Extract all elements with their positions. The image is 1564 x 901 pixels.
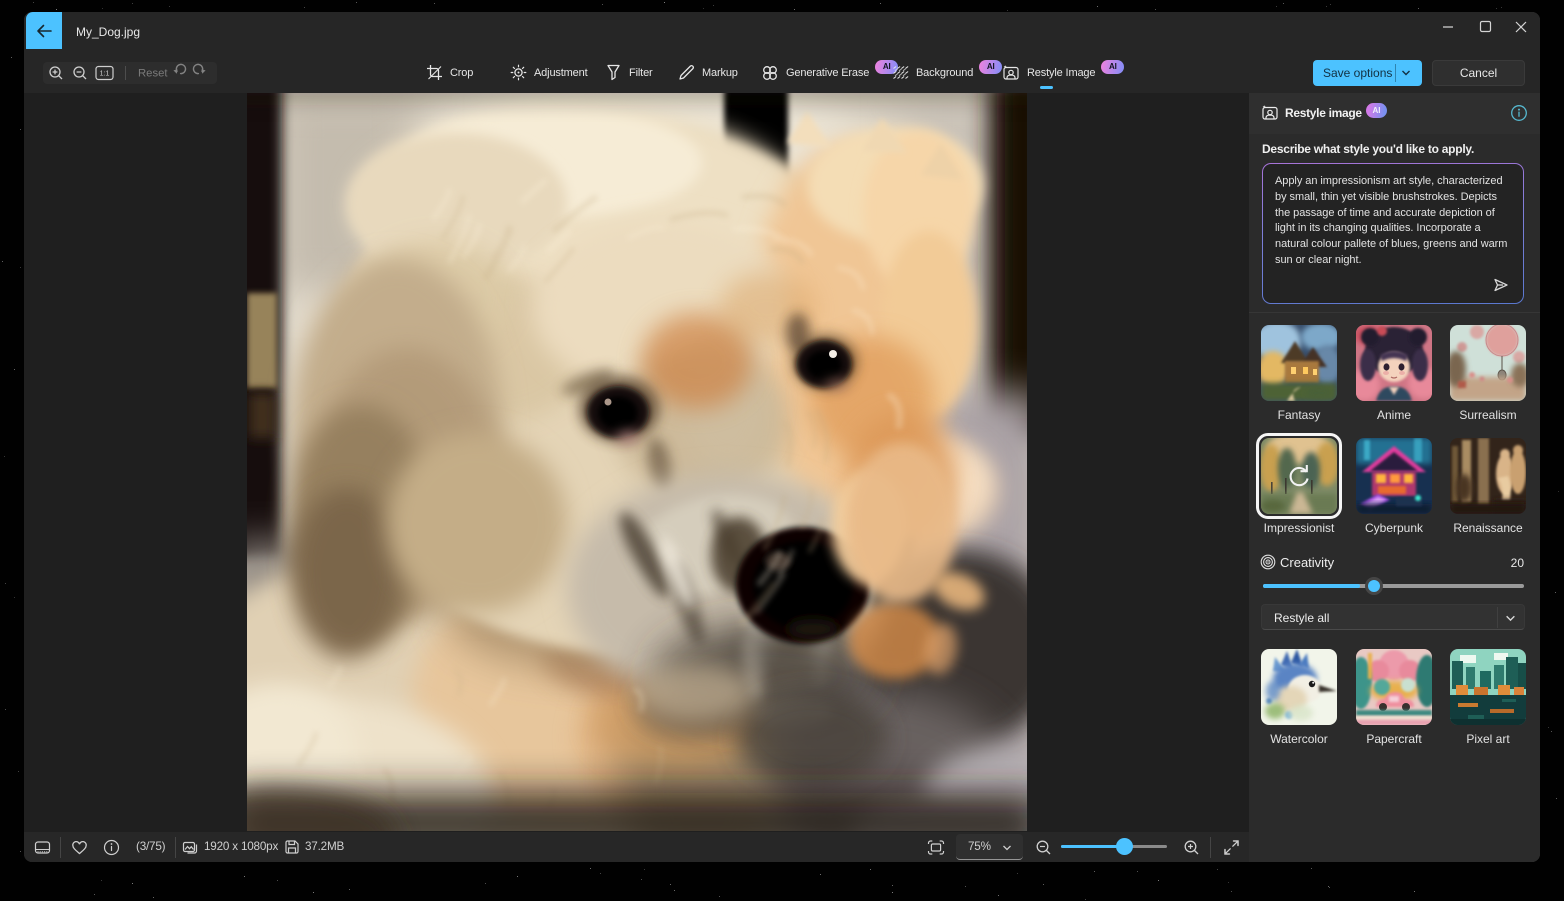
- svg-text:Reset: Reset: [138, 67, 168, 79]
- svg-text:1:1: 1:1: [100, 71, 110, 78]
